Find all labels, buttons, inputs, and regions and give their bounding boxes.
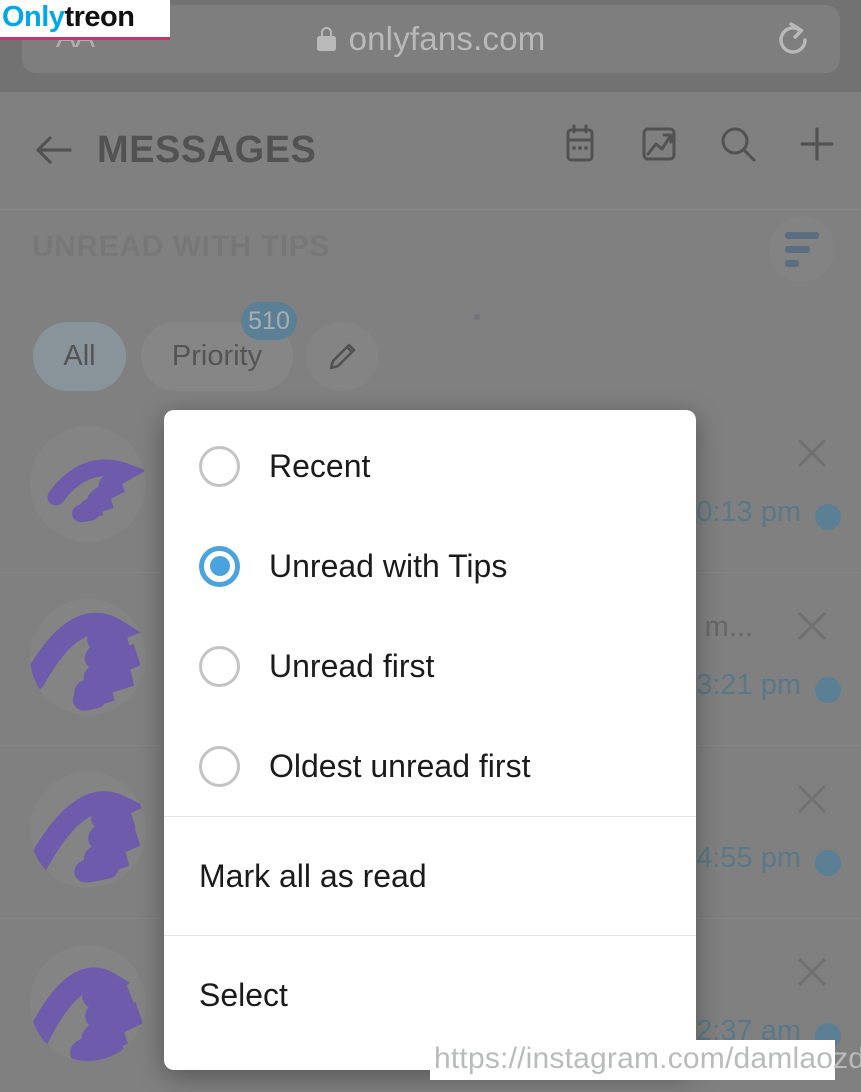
radio-option-recent[interactable]: Recent xyxy=(164,416,696,516)
watermark-brand-part1: Only xyxy=(2,1,65,33)
watermark-brand: Onlytreon xyxy=(0,0,170,40)
select-label: Select xyxy=(199,976,288,1013)
mark-all-as-read-label: Mark all as read xyxy=(199,857,427,894)
radio-label: Recent xyxy=(269,448,371,484)
radio-icon xyxy=(199,645,240,687)
radio-option-unread-first[interactable]: Unread first xyxy=(164,616,696,716)
radio-icon xyxy=(199,745,240,787)
sort-options-dialog: Recent Unread with Tips Unread first Old… xyxy=(164,410,696,1070)
radio-label: Unread with Tips xyxy=(269,548,508,584)
radio-option-oldest-unread-first[interactable]: Oldest unread first xyxy=(164,716,696,816)
watermark-brand-part2: treon xyxy=(64,1,135,33)
radio-icon xyxy=(199,445,240,487)
mark-all-as-read-button[interactable]: Mark all as read xyxy=(164,817,696,935)
select-button[interactable]: Select xyxy=(164,936,696,1054)
radio-icon-selected xyxy=(199,545,240,587)
radio-option-unread-with-tips[interactable]: Unread with Tips xyxy=(164,516,696,616)
sort-radio-group: Recent Unread with Tips Unread first Old… xyxy=(164,410,696,816)
watermark-bottom-url: https://instagram.com/damlaozden xyxy=(434,1042,861,1075)
watermark-brand-text: Onlytreon xyxy=(0,0,170,34)
radio-label: Oldest unread first xyxy=(269,748,531,784)
radio-label: Unread first xyxy=(269,648,435,684)
